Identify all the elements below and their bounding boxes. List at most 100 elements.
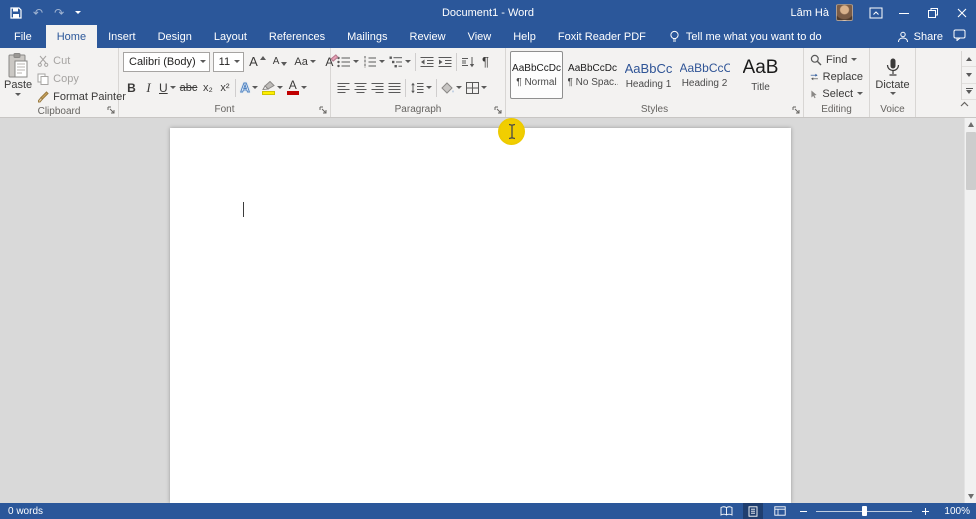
share-button[interactable]: Share xyxy=(897,31,943,43)
chevron-down-icon xyxy=(301,86,307,89)
tell-me-search[interactable]: Tell me what you want to do xyxy=(669,25,822,48)
undo-button[interactable]: ↶ xyxy=(33,7,43,19)
ribbon-display-options-button[interactable] xyxy=(863,0,889,25)
tab-insert[interactable]: Insert xyxy=(97,25,147,48)
style-heading-2[interactable]: AaBbCcC Heading 2 xyxy=(678,51,731,99)
strikethrough-button[interactable]: abc xyxy=(178,77,200,98)
tab-help[interactable]: Help xyxy=(502,25,547,48)
underline-button[interactable]: U xyxy=(157,77,178,98)
dictate-button[interactable]: Dictate xyxy=(875,58,909,95)
replace-icon xyxy=(810,71,819,83)
tab-foxit-reader-pdf[interactable]: Foxit Reader PDF xyxy=(547,25,657,48)
align-center-button[interactable] xyxy=(352,77,369,98)
select-button[interactable]: Select xyxy=(808,86,865,101)
paragraph-dialog-launcher[interactable] xyxy=(493,105,502,114)
zoom-slider[interactable] xyxy=(816,505,912,517)
borders-button[interactable] xyxy=(464,77,489,98)
align-right-button[interactable] xyxy=(369,77,386,98)
scroll-down-button[interactable] xyxy=(965,490,976,503)
show-paragraph-marks-button[interactable]: ¶ xyxy=(477,51,494,72)
read-mode-button[interactable] xyxy=(716,503,736,519)
paste-button[interactable]: Paste xyxy=(4,51,32,105)
style-normal[interactable]: AaBbCcDc ¶ Normal xyxy=(510,51,563,99)
tab-layout[interactable]: Layout xyxy=(203,25,258,48)
restore-button[interactable] xyxy=(918,0,947,25)
font-dialog-launcher[interactable] xyxy=(318,105,327,114)
restore-icon xyxy=(928,8,938,18)
change-case-button[interactable]: Aa xyxy=(292,51,317,72)
zoom-slider-thumb[interactable] xyxy=(862,506,867,516)
text-effects-button[interactable]: A xyxy=(238,77,259,98)
decrease-indent-icon xyxy=(420,56,434,68)
select-icon xyxy=(810,88,818,100)
superscript-button[interactable]: x² xyxy=(216,77,233,98)
tab-file[interactable]: File xyxy=(0,25,46,48)
cut-button[interactable]: Cut xyxy=(34,53,129,69)
redo-button[interactable]: ↷ xyxy=(54,7,64,19)
tab-home[interactable]: Home xyxy=(46,25,97,48)
shrink-font-button[interactable]: A xyxy=(271,51,290,72)
customize-qat-button[interactable] xyxy=(75,11,81,14)
style-no-spacing[interactable]: AaBbCcDc ¶ No Spac... xyxy=(566,51,619,99)
multilevel-list-button[interactable] xyxy=(387,51,413,72)
minimize-button[interactable] xyxy=(889,0,918,25)
subscript-button[interactable]: x₂ xyxy=(199,77,216,98)
styles-scroll-down-button[interactable] xyxy=(962,67,976,83)
web-layout-button[interactable] xyxy=(770,503,790,519)
copy-button[interactable]: Copy xyxy=(34,71,129,87)
format-painter-button[interactable]: Format Painter xyxy=(34,89,129,105)
line-spacing-button[interactable] xyxy=(408,77,434,98)
scrollbar-thumb[interactable] xyxy=(966,132,976,190)
print-layout-button[interactable] xyxy=(743,503,763,519)
increase-indent-button[interactable] xyxy=(436,51,454,72)
text-highlight-color-button[interactable] xyxy=(260,77,285,98)
font-family-combobox[interactable]: Calibri (Body) xyxy=(123,52,210,72)
styles-dialog-launcher[interactable] xyxy=(791,105,800,114)
style-heading-1[interactable]: AaBbCc Heading 1 xyxy=(622,51,675,99)
feedback-button[interactable] xyxy=(953,29,966,44)
bold-button[interactable]: B xyxy=(123,77,140,98)
bullets-button[interactable] xyxy=(335,51,361,72)
replace-button[interactable]: Replace xyxy=(808,69,865,84)
zoom-out-button[interactable] xyxy=(797,505,809,517)
shading-button[interactable] xyxy=(439,77,464,98)
dialog-launcher-icon xyxy=(494,106,502,114)
numbering-button[interactable] xyxy=(361,51,387,72)
document-area xyxy=(0,118,976,503)
grow-font-button[interactable]: A xyxy=(247,51,268,72)
styles-scroll-up-button[interactable] xyxy=(962,51,976,67)
font-color-button[interactable]: A xyxy=(285,77,309,98)
line-spacing-icon xyxy=(410,82,424,94)
scroll-up-button[interactable] xyxy=(965,118,976,131)
vertical-scrollbar[interactable] xyxy=(964,118,976,503)
font-size-combobox[interactable]: 11 xyxy=(213,52,244,72)
style-preview: AaBbCcDc xyxy=(568,63,617,74)
italic-button[interactable]: I xyxy=(140,77,157,98)
decrease-indent-button[interactable] xyxy=(418,51,436,72)
italic-glyph: I xyxy=(146,80,150,96)
style-title[interactable]: AaB Title xyxy=(734,51,787,99)
borders-icon xyxy=(466,82,479,94)
find-button[interactable]: Find xyxy=(808,52,865,67)
user-avatar[interactable] xyxy=(836,4,853,21)
save-button[interactable] xyxy=(10,7,22,19)
account-name[interactable]: Lâm Hà xyxy=(790,7,829,19)
tab-view[interactable]: View xyxy=(457,25,503,48)
word-count[interactable]: 0 words xyxy=(8,506,43,517)
web-layout-icon xyxy=(774,506,786,516)
underline-glyph: U xyxy=(159,81,168,95)
tab-review[interactable]: Review xyxy=(399,25,457,48)
justify-button[interactable] xyxy=(386,77,403,98)
tab-references[interactable]: References xyxy=(258,25,336,48)
zoom-in-button[interactable] xyxy=(919,505,931,517)
zoom-level[interactable]: 100% xyxy=(938,506,970,517)
sort-button[interactable] xyxy=(459,51,477,72)
tab-design[interactable]: Design xyxy=(147,25,203,48)
tab-mailings[interactable]: Mailings xyxy=(336,25,398,48)
align-left-button[interactable] xyxy=(335,77,352,98)
collapse-ribbon-button[interactable] xyxy=(960,94,969,112)
document-page[interactable] xyxy=(170,128,791,503)
clipboard-dialog-launcher[interactable] xyxy=(106,105,115,114)
print-layout-icon xyxy=(748,506,758,517)
close-button[interactable] xyxy=(947,0,976,25)
